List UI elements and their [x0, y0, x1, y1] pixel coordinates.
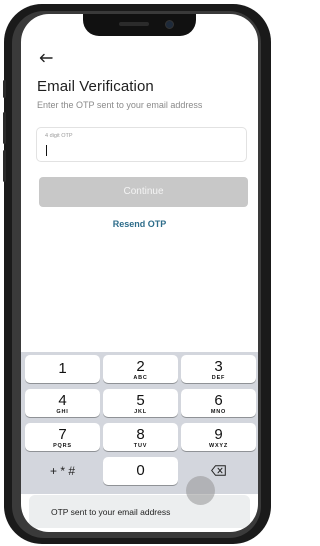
- key-number: 6: [214, 392, 223, 409]
- key-5[interactable]: 5 JKL: [103, 389, 178, 417]
- key-number: 7: [58, 426, 67, 443]
- mute-switch: [3, 80, 6, 98]
- page-subtitle: Enter the OTP sent to your email address: [37, 100, 203, 110]
- key-number: 4: [58, 392, 67, 409]
- symbols-key[interactable]: + * #: [25, 457, 100, 485]
- key-1[interactable]: 1: [25, 355, 100, 383]
- backspace-icon: [211, 465, 226, 476]
- otp-field[interactable]: 4 digit OTP: [36, 127, 247, 162]
- key-number: 8: [136, 426, 145, 443]
- volume-down-button: [3, 150, 6, 182]
- toast-message: OTP sent to your email address: [51, 507, 171, 517]
- key-letters: JKL: [134, 409, 147, 415]
- text-caret: [46, 145, 47, 156]
- key-letters: WXYZ: [208, 443, 229, 449]
- key-4[interactable]: 4 GHI: [25, 389, 100, 417]
- key-letters: MNO: [210, 409, 227, 415]
- toast-notification: OTP sent to your email address: [29, 495, 250, 528]
- key-number: 3: [214, 358, 223, 375]
- key-letters: ABC: [133, 375, 148, 381]
- symbols-key-label: + * #: [49, 464, 76, 478]
- continue-button[interactable]: Continue: [39, 177, 248, 207]
- key-letters: GHI: [56, 409, 69, 415]
- key-letters: TUV: [133, 443, 148, 449]
- volume-up-button: [3, 112, 6, 144]
- otp-input[interactable]: [43, 142, 238, 158]
- key-number: 0: [136, 462, 145, 479]
- notch: [83, 14, 196, 36]
- key-number: 1: [58, 360, 67, 377]
- speaker-grille: [119, 22, 149, 26]
- key-letters: PQRS: [53, 443, 72, 449]
- key-7[interactable]: 7 PQRS: [25, 423, 100, 451]
- phone-screen: Email Verification Enter the OTP sent to…: [21, 14, 258, 532]
- page-title: Email Verification: [37, 78, 154, 95]
- resend-otp-link[interactable]: Resend OTP: [21, 219, 258, 229]
- arrow-left-icon[interactable]: [39, 50, 53, 66]
- key-3[interactable]: 3 DEF: [181, 355, 256, 383]
- numeric-keypad: 1 2 ABC 3 DEF 4 GHI 5 JKL 6 MNO 7 PQRS 8…: [21, 352, 258, 494]
- key-number: 9: [214, 426, 223, 443]
- key-2[interactable]: 2 ABC: [103, 355, 178, 383]
- touch-indicator: [186, 476, 215, 505]
- key-number: 2: [136, 358, 145, 375]
- key-number: 5: [136, 392, 145, 409]
- otp-field-label: 4 digit OTP: [45, 133, 73, 139]
- key-6[interactable]: 6 MNO: [181, 389, 256, 417]
- key-9[interactable]: 9 WXYZ: [181, 423, 256, 451]
- key-0[interactable]: 0: [103, 457, 178, 485]
- front-camera: [165, 20, 174, 29]
- key-8[interactable]: 8 TUV: [103, 423, 178, 451]
- key-letters: DEF: [211, 375, 226, 381]
